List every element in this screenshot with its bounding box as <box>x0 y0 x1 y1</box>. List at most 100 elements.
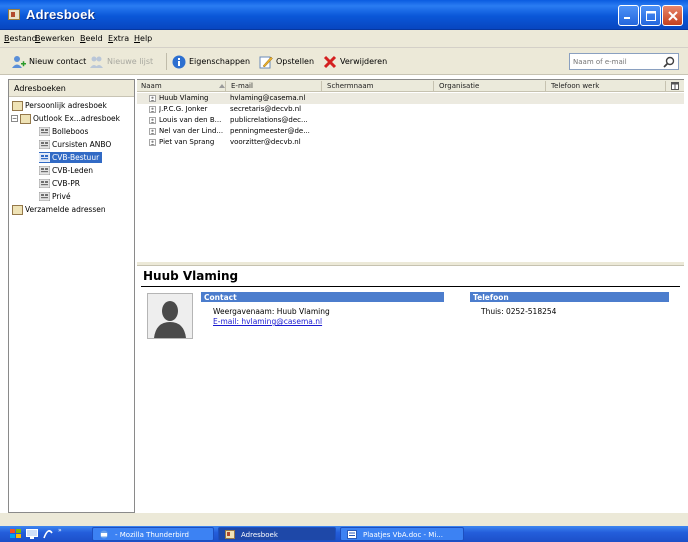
menu-extra[interactable]: Extra <box>108 34 129 43</box>
column-telefoon-werk[interactable]: Telefoon werk <box>551 82 599 90</box>
mailing-list-icon <box>39 140 50 149</box>
display-name-text: Weergavenaam: Huub Vlaming <box>213 307 330 316</box>
delete-button[interactable]: Verwijderen <box>323 53 387 70</box>
mailing-list-icon <box>39 127 50 136</box>
contact-name: Piet van Sprang <box>159 138 215 146</box>
column-schermnaam[interactable]: Schermnaam <box>327 82 373 90</box>
address-books-header: Adresboeken <box>9 80 134 97</box>
person-icon <box>149 95 156 102</box>
minimize-icon <box>624 17 630 19</box>
contact-row[interactable]: Piet van Sprang voorzitter@decvb.nl <box>137 137 684 148</box>
tree-item-label: Verzamelde adressen <box>25 205 106 214</box>
contact-section-header: Contact <box>201 292 444 302</box>
mailing-list-icon <box>39 153 50 162</box>
windows-logo-icon[interactable] <box>10 529 22 539</box>
person-icon <box>149 117 156 124</box>
contact-row[interactable]: Nel van der Lind... penningmeester@de... <box>137 126 684 137</box>
mailing-list-icon <box>39 179 50 188</box>
menu-bewerken[interactable]: Bewerken <box>35 34 75 43</box>
tree-item-label: CVB-Bestuur <box>52 153 100 162</box>
minimize-button[interactable] <box>618 5 639 26</box>
properties-button[interactable]: Eigenschappen <box>172 53 250 70</box>
column-divider[interactable] <box>545 81 546 91</box>
tree-item-bolleboos[interactable]: Bolleboos <box>39 126 88 137</box>
search-input[interactable] <box>570 54 660 69</box>
menu-bar: Bestand Bewerken Beeld Extra Help <box>0 30 688 48</box>
contact-name: J.P.C.G. Jonker <box>159 105 208 113</box>
contact-name: Nel van der Lind... <box>159 127 224 135</box>
divider <box>141 286 680 287</box>
home-phone-text: Thuis: 0252-518254 <box>481 307 557 316</box>
maximize-button[interactable] <box>640 5 661 26</box>
address-book-icon <box>12 204 23 215</box>
contact-name: Louis van den B... <box>159 116 222 124</box>
column-divider[interactable] <box>433 81 434 91</box>
address-book-icon <box>20 113 31 124</box>
contact-detail-pane: Huub Vlaming Contact Weergavenaam: Huub … <box>137 266 684 513</box>
task-label: - Mozilla Thunderbird <box>115 531 189 539</box>
new-list-button[interactable]: Nieuwe lijst <box>90 53 153 70</box>
column-picker-icon[interactable] <box>671 82 679 90</box>
close-icon <box>667 11 678 21</box>
menu-help[interactable]: Help <box>134 34 152 43</box>
task-word[interactable]: Plaatjes VbA.doc - Mi... <box>340 527 464 541</box>
contact-email: secretaris@decvb.nl <box>230 105 302 113</box>
browser-icon[interactable] <box>42 529 54 539</box>
compose-label: Opstellen <box>276 57 315 66</box>
close-button[interactable] <box>662 5 683 26</box>
address-book-icon <box>12 100 23 111</box>
delete-label: Verwijderen <box>340 57 388 66</box>
new-contact-label: Nieuw contact <box>29 57 87 66</box>
thunderbird-icon <box>100 530 108 539</box>
tree-item-collected[interactable]: Verzamelde adressen <box>12 204 106 215</box>
mailing-list-icon <box>39 192 50 201</box>
contact-detail-name: Huub Vlaming <box>143 269 239 283</box>
person-icon <box>149 106 156 113</box>
address-book-icon <box>225 530 235 539</box>
tree-item-prive[interactable]: Privé <box>39 191 71 202</box>
column-divider[interactable] <box>225 81 226 91</box>
tree-item-label: CVB-Leden <box>52 166 94 175</box>
compose-button[interactable]: Opstellen <box>259 53 314 70</box>
new-list-icon <box>90 56 103 68</box>
word-document-icon <box>347 530 357 539</box>
contact-row[interactable]: Huub Vlaming hvlaming@casema.nl <box>137 93 684 104</box>
search-icon[interactable] <box>663 56 675 68</box>
contact-email: publicrelations@dec... <box>230 116 308 124</box>
title-bar: Adresboek <box>0 0 688 30</box>
column-divider[interactable] <box>665 81 666 91</box>
task-thunderbird[interactable]: - Mozilla Thunderbird <box>92 527 214 541</box>
email-link[interactable]: E-mail: hvlaming@casema.nl <box>213 317 322 326</box>
tree-item-cvb-pr[interactable]: CVB-PR <box>39 178 80 189</box>
menu-beeld[interactable]: Beeld <box>80 34 103 43</box>
tree-item-outlook[interactable]: Outlook Ex...adresboek <box>20 113 120 124</box>
quicklaunch-chevron-icon[interactable]: » <box>58 527 62 534</box>
tree-item-cvb-bestuur[interactable]: CVB-Bestuur <box>39 152 103 163</box>
contact-name: Huub Vlaming <box>159 94 209 102</box>
person-icon <box>149 128 156 135</box>
contact-row[interactable]: Louis van den B... publicrelations@dec..… <box>137 115 684 126</box>
address-book-tree: Adresboeken Persoonlijk adresboek − Outl… <box>8 79 135 513</box>
tree-item-label: Persoonlijk adresboek <box>25 101 107 110</box>
tree-item-label: Cursisten ANBO <box>52 140 112 149</box>
column-naam[interactable]: Naam <box>141 82 162 90</box>
contact-email: voorzitter@decvb.nl <box>230 138 301 146</box>
mailing-list-icon <box>39 166 50 175</box>
tree-item-personal[interactable]: Persoonlijk adresboek <box>12 100 107 111</box>
column-divider[interactable] <box>321 81 322 91</box>
tree-item-cursisten[interactable]: Cursisten ANBO <box>39 139 111 150</box>
collapse-toggle[interactable]: − <box>11 115 18 122</box>
contact-row[interactable]: J.P.C.G. Jonker secretaris@decvb.nl <box>137 104 684 115</box>
status-bar <box>0 513 688 526</box>
task-adresboek[interactable]: Adresboek <box>218 527 336 541</box>
menu-bestand[interactable]: Bestand <box>4 34 37 43</box>
desktop-icon[interactable] <box>26 529 38 539</box>
properties-label: Eigenschappen <box>189 57 251 66</box>
tree-item-label: CVB-PR <box>52 179 80 188</box>
new-contact-button[interactable]: Nieuw contact <box>12 53 86 70</box>
column-email[interactable]: E-mail <box>231 82 253 90</box>
tree-item-cvb-leden[interactable]: CVB-Leden <box>39 165 93 176</box>
column-organisatie[interactable]: Organisatie <box>439 82 479 90</box>
delete-icon <box>323 55 337 68</box>
address-book-icon <box>8 9 20 20</box>
